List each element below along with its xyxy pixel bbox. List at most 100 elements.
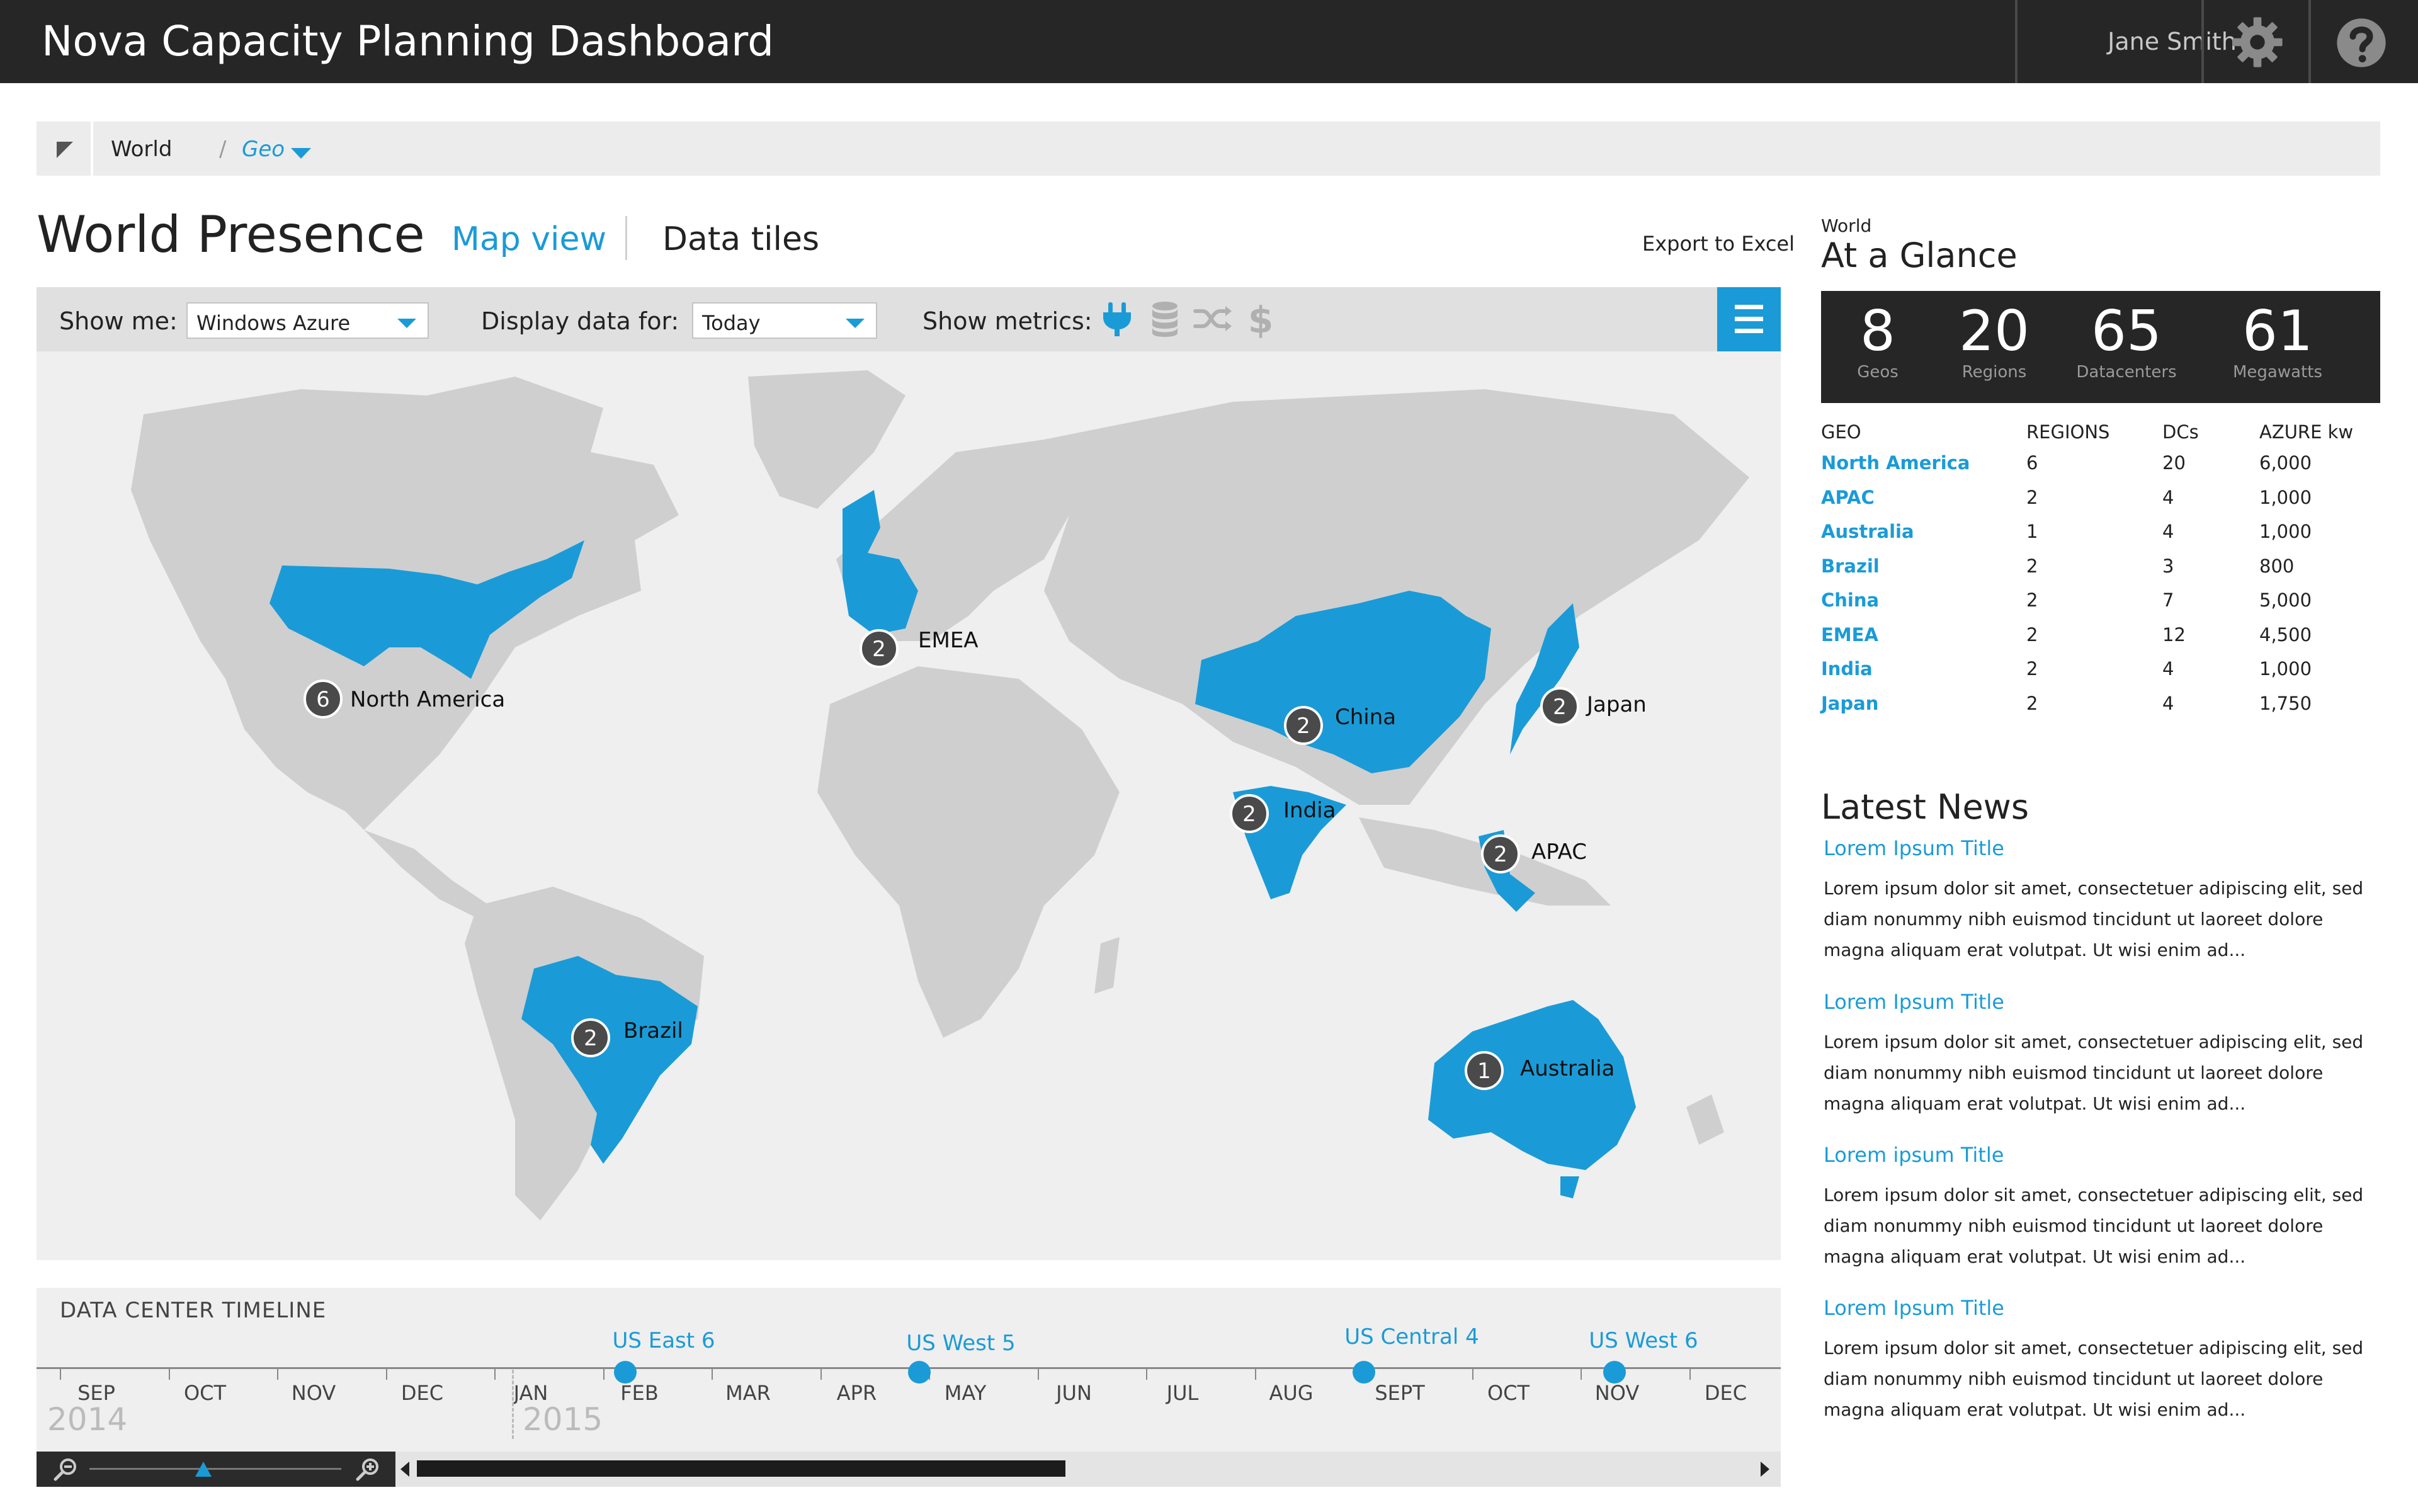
zoom-slider[interactable] — [37, 1452, 395, 1487]
timeline-month-label: NOV — [1594, 1381, 1640, 1405]
timeline-event-label[interactable]: US West 6 — [1589, 1328, 1698, 1353]
timeline-month-label: APR — [836, 1381, 877, 1405]
timeline-month-label: SEPT — [1375, 1381, 1425, 1405]
timeline-title: DATA CENTER TIMELINE — [60, 1298, 327, 1323]
table-cell: 1,000 — [2259, 658, 2312, 680]
year-label: 2014 — [47, 1401, 128, 1438]
chevron-down-icon[interactable] — [291, 148, 311, 159]
show-me-select[interactable]: Windows Azure — [186, 302, 429, 339]
timeline-event-label[interactable]: US Central 4 — [1344, 1324, 1479, 1350]
kpi-label: Datacenters — [2076, 363, 2177, 382]
table-cell: 4,500 — [2259, 623, 2312, 645]
table-row[interactable]: India 2 4 1,000 — [1821, 652, 2380, 686]
zoom-track[interactable] — [89, 1468, 341, 1470]
kpi-label: Geos — [1857, 363, 1899, 382]
column-header: REGIONS — [2026, 421, 2110, 443]
table-row[interactable]: EMEA 2 12 4,500 — [1821, 618, 2380, 652]
breadcrumb-separator: / — [219, 137, 227, 162]
pin-label: China — [1335, 705, 1396, 730]
table-cell: 7 — [2162, 589, 2174, 611]
timeline-event-dot[interactable] — [1353, 1361, 1375, 1384]
column-header: AZURE kw — [2259, 421, 2354, 443]
timeline-event-dot[interactable] — [1603, 1361, 1626, 1384]
zoom-thumb[interactable] — [195, 1462, 212, 1477]
table-cell: 4 — [2162, 486, 2174, 508]
timeline-tick — [1689, 1367, 1691, 1380]
zoom-out-icon[interactable] — [52, 1457, 79, 1482]
timeline-event-label[interactable]: US East 6 — [612, 1328, 715, 1353]
timeline-event-dot[interactable] — [614, 1361, 637, 1384]
news-item-title[interactable]: Lorem Ipsum Title — [1824, 1296, 2380, 1320]
timeline-event-dot[interactable] — [908, 1361, 931, 1384]
geo-link[interactable]: Brazil — [1821, 549, 2026, 584]
breadcrumb-toggle[interactable] — [37, 122, 93, 176]
timeline-controls — [37, 1452, 1781, 1487]
scroll-left-arrow-icon[interactable] — [400, 1462, 409, 1477]
table-cell: 4 — [2162, 521, 2174, 543]
kpi-megawatts: 61 Megawatts — [2199, 291, 2356, 403]
kpi-label: Megawatts — [2233, 363, 2322, 382]
table-row[interactable]: North America 6 20 6,000 — [1821, 446, 2380, 480]
news-item-title[interactable]: Lorem ipsum Title — [1824, 1143, 2380, 1167]
table-row[interactable]: APAC 2 4 1,000 — [1821, 480, 2380, 515]
geo-link[interactable]: APAC — [1821, 480, 2026, 515]
breadcrumb-geo[interactable]: Geo — [242, 137, 285, 162]
table-cell: 1,000 — [2259, 521, 2312, 543]
database-icon[interactable] — [1145, 298, 1185, 339]
timeline-tick — [712, 1367, 713, 1380]
kpi-value: 20 — [1959, 298, 2029, 363]
column-header: GEO — [1821, 421, 1861, 443]
australia-region[interactable] — [1428, 1000, 1636, 1170]
map-toolbar: Show me: Windows Azure Display data for:… — [37, 287, 1781, 351]
column-header: DCs — [2162, 421, 2199, 443]
timeline-tick — [1581, 1367, 1582, 1380]
table-row[interactable]: China 2 7 5,000 — [1821, 583, 2380, 618]
zoom-in-icon[interactable] — [354, 1457, 382, 1482]
geo-link[interactable]: China — [1821, 583, 2026, 618]
timeline-month-label: MAY — [944, 1381, 987, 1405]
timeline-scrollbar-thumb[interactable] — [417, 1460, 1065, 1477]
timeline-month-label: NOV — [291, 1381, 336, 1405]
pin-label: Australia — [1520, 1056, 1615, 1081]
timeline-month-label: DEC — [400, 1381, 444, 1405]
table-cell: 2 — [2026, 555, 2038, 577]
display-data-for-label: Display data for: — [481, 307, 679, 335]
tab-data-tiles[interactable]: Data tiles — [662, 220, 819, 258]
breadcrumb: World / Geo — [37, 122, 2380, 176]
table-cell: 3 — [2162, 555, 2174, 577]
breadcrumb-world[interactable]: World — [111, 137, 172, 162]
timeline-event-label[interactable]: US West 5 — [906, 1331, 1015, 1356]
pin-label: North America — [350, 687, 505, 712]
display-data-for-select[interactable]: Today — [692, 302, 877, 339]
table-row[interactable]: Australia 1 4 1,000 — [1821, 514, 2380, 549]
geo-link[interactable]: India — [1821, 652, 2026, 686]
power-plug-icon[interactable] — [1097, 298, 1137, 339]
shuffle-icon[interactable] — [1193, 298, 1233, 339]
export-to-excel-link[interactable]: Export to Excel — [1642, 232, 1795, 256]
map-pin-japan[interactable]: 2 Japan — [1540, 687, 1647, 726]
table-row[interactable]: Brazil 2 3 800 — [1821, 549, 2380, 584]
table-cell: 5,000 — [2259, 589, 2312, 611]
map-pin-emea[interactable]: 2 EMEA — [860, 628, 979, 668]
geo-link[interactable]: North America — [1821, 446, 2026, 480]
table-cell: 2 — [2026, 692, 2038, 714]
timeline-month-label: AUG — [1269, 1381, 1314, 1405]
table-cell: 1,750 — [2259, 692, 2312, 714]
timeline-tick — [1472, 1367, 1473, 1380]
dollar-icon[interactable]: $ — [1240, 298, 1281, 339]
scroll-right-arrow-icon[interactable] — [1761, 1462, 1769, 1477]
geo-link[interactable]: EMEA — [1821, 618, 2026, 652]
table-row[interactable]: Japan 2 4 1,750 — [1821, 686, 2380, 721]
tab-map-view[interactable]: Map view — [451, 220, 606, 258]
timeline-tick — [168, 1367, 170, 1380]
geo-link[interactable]: Japan — [1821, 686, 2026, 721]
menu-icon[interactable] — [1717, 287, 1781, 351]
geo-link[interactable]: Australia — [1821, 514, 2026, 549]
gear-icon[interactable] — [2229, 14, 2286, 71]
tab-divider — [625, 216, 627, 260]
news-item-title[interactable]: Lorem Ipsum Title — [1824, 836, 2380, 860]
timeline-tick — [1037, 1367, 1039, 1380]
timeline-month-label: FEB — [620, 1381, 659, 1405]
help-icon[interactable] — [2335, 16, 2388, 69]
news-item-title[interactable]: Lorem Ipsum Title — [1824, 990, 2380, 1014]
